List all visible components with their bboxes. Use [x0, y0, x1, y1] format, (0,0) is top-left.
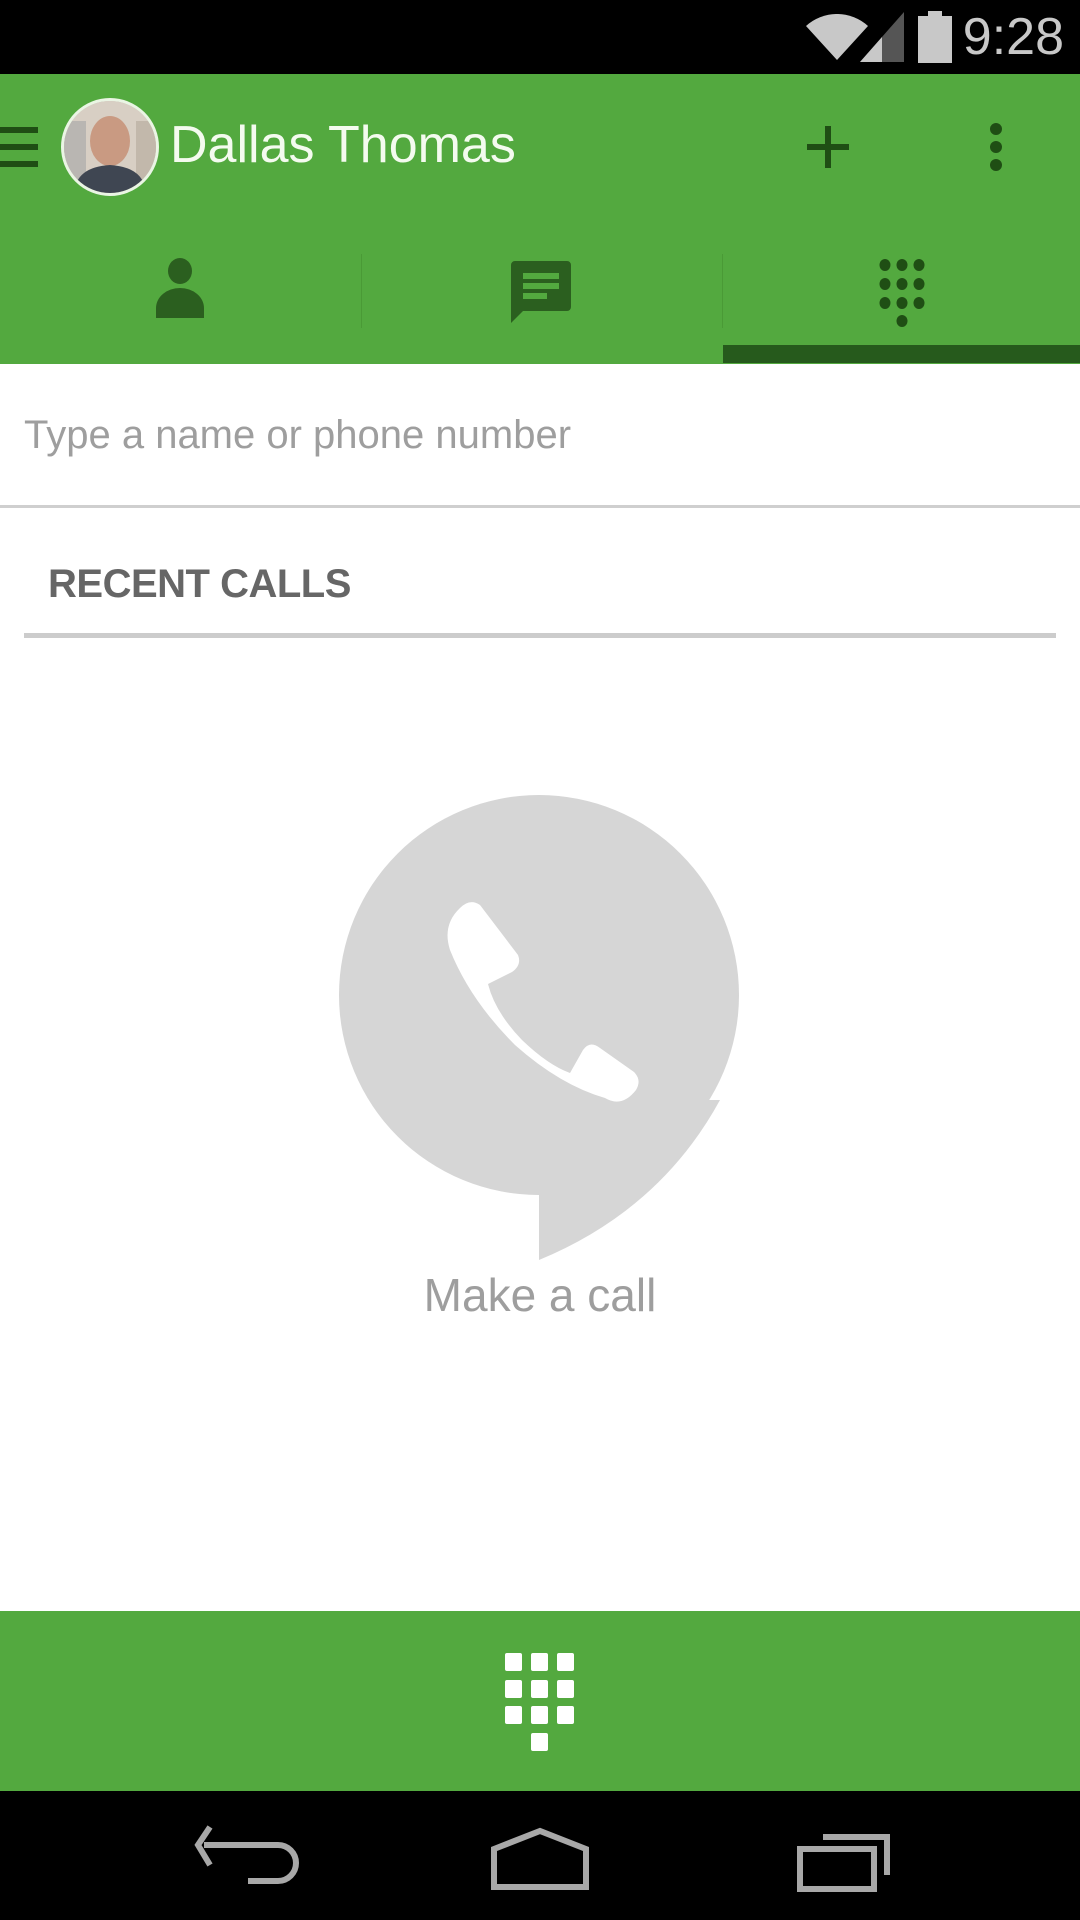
- back-button[interactable]: [170, 1819, 310, 1899]
- recent-calls-divider: [24, 633, 1056, 638]
- wifi-icon: [806, 14, 868, 60]
- recents-icon: [797, 1834, 890, 1892]
- dialpad-icon: [879, 259, 925, 327]
- home-button[interactable]: [470, 1819, 610, 1899]
- dialpad-icon: [505, 1653, 574, 1751]
- status-bar: 9:28: [0, 0, 1080, 74]
- person-icon: [156, 258, 204, 318]
- search-input[interactable]: [0, 364, 1080, 506]
- overflow-menu-button[interactable]: [976, 119, 1016, 175]
- search-divider: [0, 505, 1080, 508]
- cell-signal-icon: [860, 12, 904, 62]
- user-name: Dallas Thomas: [170, 116, 516, 174]
- avatar-photo: [64, 101, 156, 193]
- avatar[interactable]: [61, 98, 159, 196]
- dialpad-bar: [0, 1611, 1080, 1791]
- system-nav-bar: [0, 1791, 1080, 1920]
- tab-contacts[interactable]: [0, 244, 360, 364]
- open-dialpad-button[interactable]: [490, 1643, 590, 1759]
- chat-bubble-icon: [511, 261, 571, 323]
- status-time: 9:28: [962, 8, 1064, 66]
- home-icon: [491, 1827, 589, 1890]
- add-button[interactable]: [800, 119, 856, 175]
- phone-bubble-icon: [339, 795, 739, 1260]
- battery-icon: [918, 11, 952, 63]
- recents-button[interactable]: [775, 1819, 915, 1899]
- tab-messages[interactable]: [361, 244, 721, 364]
- back-icon: [194, 1825, 299, 1884]
- overflow-menu-icon: [990, 123, 1002, 171]
- hamburger-menu-icon[interactable]: [0, 127, 38, 167]
- empty-state-text: Make a call: [423, 1269, 657, 1321]
- app-bar: Dallas Thomas: [0, 74, 1080, 364]
- recent-calls-heading: RECENT CALLS: [48, 562, 351, 606]
- plus-icon: [807, 126, 849, 168]
- selected-tab-indicator: [723, 345, 1080, 363]
